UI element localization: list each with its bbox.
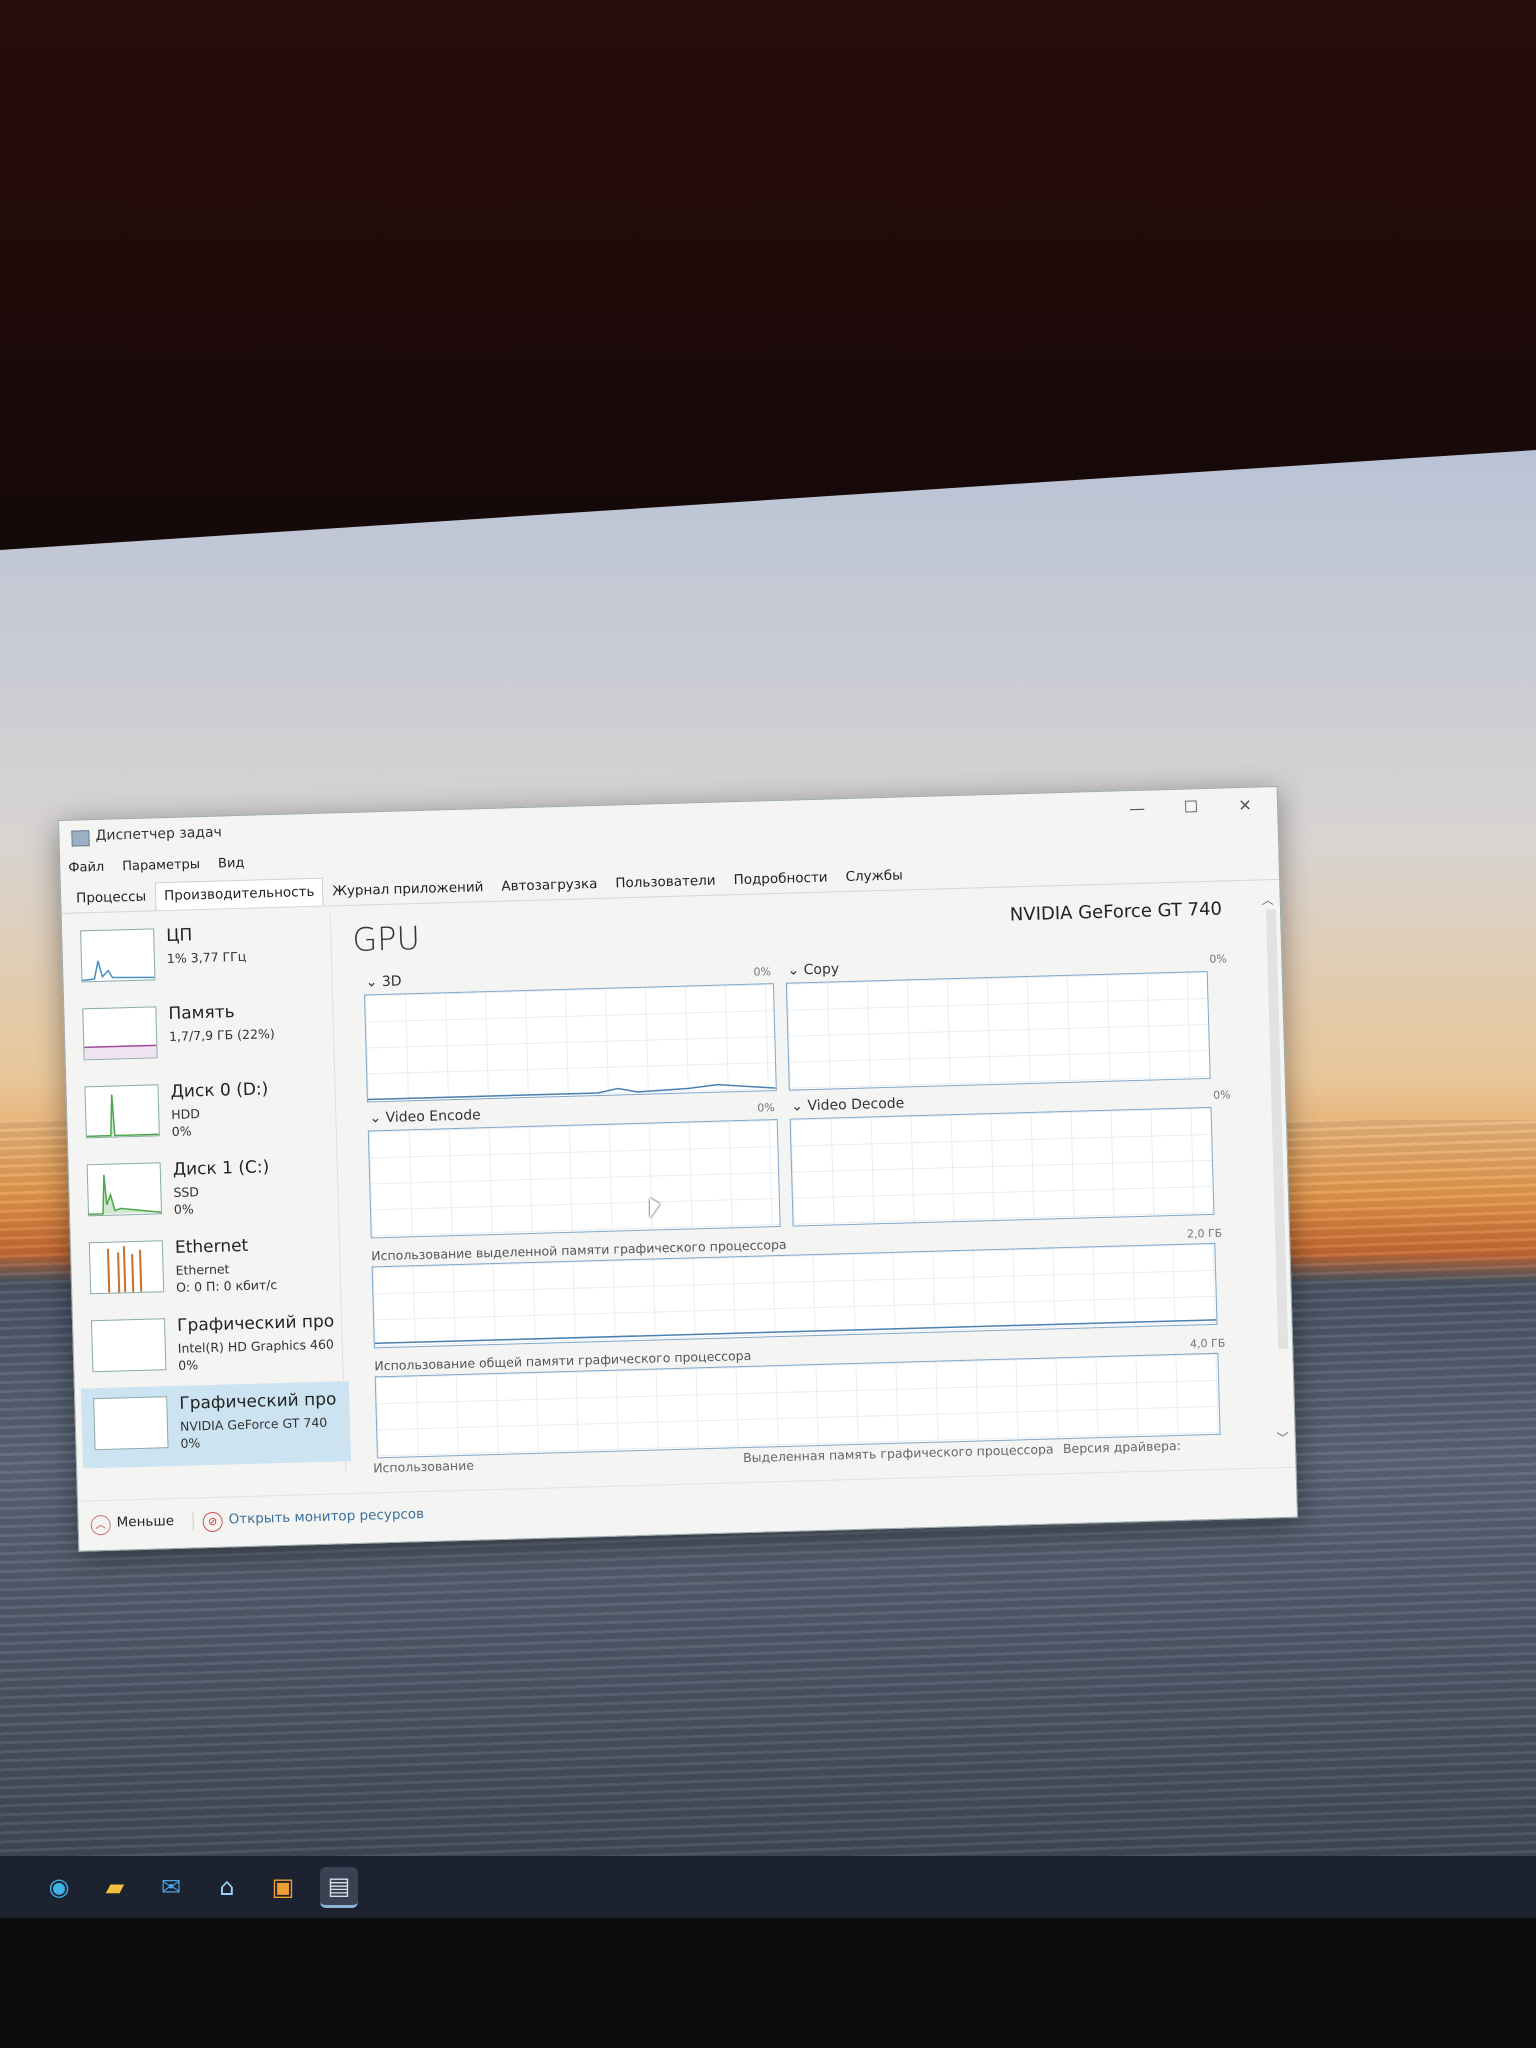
sidebar-item-detail: NVIDIA GeForce GT 740 0% (180, 1413, 349, 1452)
task-manager-app-icon (71, 830, 90, 847)
gpu-0-thumbnail-graph (90, 1318, 167, 1373)
shared-memory-max: 4,0 ГБ (1189, 1336, 1226, 1351)
cpu-thumbnail-graph (80, 928, 156, 983)
sidebar-item-detail: 1% 3,77 ГГц (166, 948, 247, 967)
graph-video-encode (367, 1119, 781, 1239)
menu-options[interactable]: Параметры (122, 857, 200, 874)
graph-video-encode-pct: 0% (757, 1101, 775, 1115)
memory-thumbnail-graph (82, 1006, 158, 1061)
mail-icon[interactable]: ✉ (152, 1868, 190, 1906)
sidebar-item-detail: Intel(R) HD Graphics 460 0% (178, 1335, 347, 1374)
graph-copy-pct: 0% (1209, 952, 1227, 966)
tab-startup[interactable]: Автозагрузка (492, 870, 607, 902)
sidebar-item-cpu[interactable]: ЦП 1% 3,77 ГГц (68, 913, 338, 1000)
graph-video-decode (789, 1106, 1215, 1227)
edge-icon[interactable]: ◉ (40, 1868, 78, 1906)
sidebar-item-memory[interactable]: Память 1,7/7,9 ГБ (22%) (70, 991, 340, 1078)
disk-1-thumbnail-graph (86, 1162, 163, 1217)
sidebar-item-label: Графический про (179, 1389, 337, 1414)
mouse-cursor-icon (650, 1198, 660, 1218)
gpu-detail-panel: GPU NVIDIA GeForce GT 740 ⌄ 3D 0% ⌄ Copy… (351, 888, 1267, 1476)
sidebar-item-detail: 1,7/7,9 ГБ (22%) (168, 1026, 275, 1044)
tab-processes[interactable]: Процессы (67, 882, 156, 913)
monitor-stand-area (0, 1918, 1536, 2048)
graph-copy (785, 970, 1211, 1091)
menu-bar: Файл Параметры Вид (68, 856, 244, 876)
gpu-model-name: NVIDIA GeForce GT 740 (1009, 898, 1223, 926)
sidebar-item-label: Память (168, 1002, 235, 1024)
performance-sidebar: ЦП 1% 3,77 ГГц Память 1,7/7,9 ГБ (22%) Д… (68, 913, 352, 1480)
sidebar-item-gpu-0[interactable]: Графический про Intel(R) HD Graphics 460… (79, 1303, 349, 1390)
maximize-button[interactable]: ☐ (1167, 793, 1216, 822)
stat-driver-version-label: Версия драйвера: (1062, 1437, 1182, 1457)
graph-copy-selector[interactable]: ⌄ Copy (787, 961, 839, 978)
graph-video-decode-pct: 0% (1212, 1088, 1231, 1102)
scroll-down-icon[interactable]: ﹀ (1276, 1429, 1289, 1446)
disk-0-thumbnail-graph (84, 1084, 160, 1139)
graph-copy-label: Copy (803, 961, 840, 979)
sidebar-item-ethernet[interactable]: Ethernet Ethernet О: 0 П: 0 кбит/с (77, 1225, 347, 1312)
store-icon[interactable]: ▣ (264, 1868, 302, 1906)
close-button[interactable]: ✕ (1221, 791, 1270, 820)
sidebar-item-label: Диск 1 (C:) (172, 1157, 270, 1180)
gpu-1-thumbnail-graph (93, 1396, 169, 1451)
resource-monitor-icon[interactable]: ⊘ (202, 1511, 223, 1533)
graph-video-encode-label: Video Encode (385, 1107, 481, 1126)
fewer-details-link[interactable]: Меньше (116, 1513, 174, 1531)
tab-services[interactable]: Службы (836, 861, 912, 892)
graph-3d (363, 983, 777, 1103)
minimize-button[interactable]: — (1113, 794, 1162, 823)
window-title: Диспетчер задач (95, 824, 223, 844)
graph-video-decode-selector[interactable]: ⌄ Video Decode (791, 1095, 904, 1114)
sidebar-item-disk-0[interactable]: Диск 0 (D:) HDD 0% (72, 1069, 342, 1156)
sidebar-item-detail: HDD 0% (171, 1101, 340, 1140)
sidebar-item-gpu-1[interactable]: Графический про NVIDIA GeForce GT 740 0% (80, 1381, 352, 1469)
stat-usage-label: Использование (373, 1457, 475, 1476)
support-icon[interactable]: ⌂ (208, 1868, 246, 1906)
sidebar-item-disk-1[interactable]: Диск 1 (C:) SSD 0% (74, 1147, 344, 1234)
chevron-up-icon[interactable]: ︿ (90, 1514, 111, 1536)
graph-3d-pct: 0% (753, 965, 772, 979)
task-manager-icon[interactable]: ▤ (320, 1866, 358, 1908)
scroll-up-icon[interactable]: ︿ (1261, 891, 1274, 908)
menu-view[interactable]: Вид (218, 856, 245, 872)
sidebar-item-label: Диск 0 (D:) (170, 1079, 269, 1102)
graph-video-decode-label: Video Decode (807, 1095, 905, 1115)
menu-file[interactable]: Файл (68, 860, 104, 876)
sidebar-item-label: Графический про (176, 1311, 335, 1336)
sidebar-item-label: Ethernet (174, 1235, 249, 1258)
sidebar-item-detail: SSD 0% (173, 1179, 342, 1218)
tab-users[interactable]: Пользователи (606, 866, 725, 898)
tab-details[interactable]: Подробности (724, 863, 837, 895)
graph-video-encode-selector[interactable]: ⌄ Video Encode (369, 1107, 481, 1126)
graph-3d-label: 3D (381, 973, 402, 991)
ethernet-thumbnail-graph (88, 1240, 165, 1295)
open-resource-monitor-link[interactable]: Открыть монитор ресурсов (228, 1506, 424, 1527)
taskbar: ◉ ▰ ✉ ⌂ ▣ ▤ (0, 1856, 1536, 1918)
folder-icon[interactable]: ▰ (96, 1868, 134, 1906)
sidebar-item-detail: Ethernet О: 0 П: 0 кбит/с (175, 1257, 344, 1296)
task-manager-window: Диспетчер задач — ☐ ✕ Файл Параметры Вид… (58, 785, 1298, 1552)
dedicated-memory-max: 2,0 ГБ (1186, 1226, 1223, 1241)
footer-separator (192, 1512, 194, 1531)
sidebar-item-label: ЦП (166, 925, 193, 947)
graph-3d-selector[interactable]: ⌄ 3D (365, 973, 401, 990)
page-title: GPU (351, 918, 421, 959)
throughput: О: 0 П: 0 кбит/с (175, 1277, 278, 1295)
